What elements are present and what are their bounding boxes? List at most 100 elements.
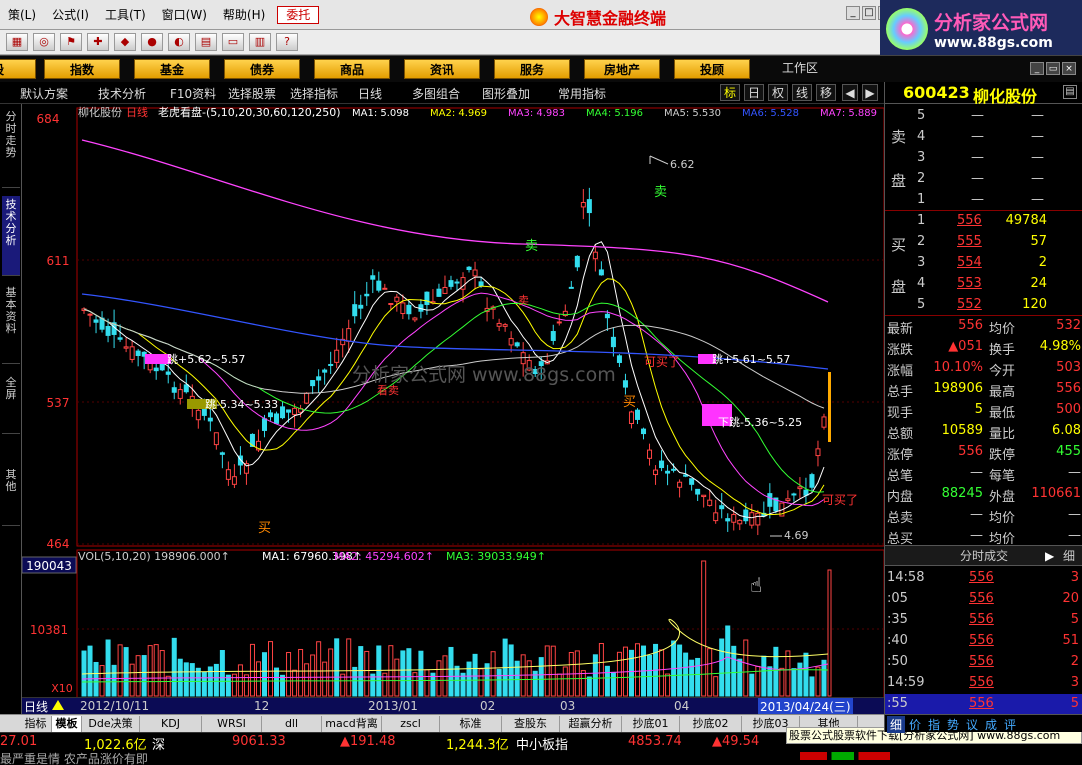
tech-analysis-menu[interactable]: 技术分析	[98, 85, 146, 102]
menu-strategy[interactable]: 策(L)	[0, 0, 44, 30]
quote-tab[interactable]: 议	[963, 716, 981, 733]
quote-tab[interactable]: 细	[887, 716, 905, 733]
kline-chart[interactable]: 684 611 537 464 柳化股份 日线 老虎看盘-(5,10,20,30…	[22, 104, 884, 716]
sell-level-row[interactable]: 3 — —	[885, 148, 1082, 169]
tab-bottom01[interactable]: 抄底01	[622, 716, 680, 732]
globe-icon[interactable]: ◐	[168, 33, 190, 51]
sell-level-row[interactable]: 1 — —	[885, 190, 1082, 211]
help-icon[interactable]: ?	[276, 33, 298, 51]
common-indicators-menu[interactable]: 常用指标	[558, 85, 606, 102]
candle-body	[689, 478, 695, 485]
minimize-icon[interactable]: _	[846, 6, 860, 20]
quote-tab[interactable]: 成	[982, 716, 1000, 733]
menu-formula[interactable]: 公式(I)	[44, 0, 97, 30]
move-button[interactable]: 移	[816, 84, 836, 101]
panel-minimize-icon[interactable]: _	[1030, 62, 1044, 75]
cat-bonds[interactable]: 债券	[224, 59, 300, 79]
buy-level-row[interactable]: 3 554 2	[885, 253, 1082, 274]
tab-macd[interactable]: macd背离	[322, 716, 382, 732]
tick-row[interactable]: :40 556 51	[885, 631, 1082, 652]
print-icon[interactable]: ▤	[195, 33, 217, 51]
news-ticker[interactable]: 最严重是情 农产品涨价有即	[0, 750, 148, 765]
panel-restore-icon[interactable]: ▭	[1046, 62, 1060, 75]
entrust-button[interactable]: 委托	[277, 5, 320, 24]
alarm-icon[interactable]: ⚑	[60, 33, 82, 51]
cat-commodities[interactable]: 商品	[314, 59, 390, 79]
quote-header: 600423 柳化股份 ▤	[885, 82, 1082, 106]
cat-realestate[interactable]: 房地产	[584, 59, 660, 79]
daily-menu[interactable]: 日线	[358, 85, 382, 102]
tick-row[interactable]: :35 556 5	[885, 610, 1082, 631]
tab-wrsi[interactable]: WRSI	[202, 716, 262, 732]
tab-standard[interactable]: 标准	[440, 716, 502, 732]
quote-tab[interactable]: 势	[944, 716, 962, 733]
menu-help[interactable]: 帮助(H)	[215, 0, 273, 30]
tab-dll[interactable]: dll	[262, 716, 322, 732]
stat-value: 88245	[941, 486, 983, 501]
select-indicator-menu[interactable]: 选择指标	[290, 85, 338, 102]
multi-chart-menu[interactable]: 多图组合	[412, 85, 460, 102]
tick-detail[interactable]: 细	[1063, 546, 1075, 566]
rights-button[interactable]: 权	[768, 84, 788, 101]
f10-menu[interactable]: F10资料	[170, 85, 216, 102]
cat-funds[interactable]: 基金	[134, 59, 210, 79]
vtab-other[interactable]: 其他	[2, 466, 20, 526]
vtab-intraday[interactable]: 分时走势	[2, 108, 20, 188]
tab-shareholders[interactable]: 查股东	[502, 716, 560, 732]
tick-row[interactable]: 14:58 556 3	[885, 568, 1082, 589]
tab-bottom02[interactable]: 抄底02	[680, 716, 742, 732]
stock-info-icon[interactable]: ✚	[87, 33, 109, 51]
tab-template[interactable]: 模板	[52, 716, 82, 732]
play-icon[interactable]: ▶	[1045, 546, 1054, 566]
quote-tab[interactable]: 价	[906, 716, 924, 733]
vtab-fundamentals[interactable]: 基本资料	[2, 284, 20, 364]
tick-row[interactable]: 14:59 556 3	[885, 673, 1082, 694]
maximize-icon[interactable]: □	[862, 6, 876, 20]
books-icon[interactable]: ▥	[249, 33, 271, 51]
cat-news[interactable]: 资讯	[404, 59, 480, 79]
cat-index[interactable]: 指数	[44, 59, 120, 79]
buy-level-row[interactable]: 2 555 57	[885, 232, 1082, 253]
tab-indicator[interactable]: 指标	[20, 716, 52, 732]
vtab-fullscreen[interactable]: 全屏	[2, 374, 20, 434]
cat-stocks[interactable]: 股	[0, 59, 36, 79]
tick-row[interactable]: :55 556 5	[885, 694, 1082, 715]
mark-button[interactable]: 标	[720, 84, 740, 101]
volume-bar	[514, 660, 520, 697]
sell-level-row[interactable]: 4 — —	[885, 127, 1082, 148]
vtab-technical[interactable]: 技术分析	[2, 196, 20, 276]
sell-level-row[interactable]: 2 — —	[885, 169, 1082, 190]
tab-dde[interactable]: Dde决策	[82, 716, 140, 732]
select-stock-menu[interactable]: 选择股票	[228, 85, 276, 102]
tab-super-analysis[interactable]: 超赢分析	[560, 716, 622, 732]
rating-icon[interactable]: ●	[141, 33, 163, 51]
quote-tab[interactable]: 指	[925, 716, 943, 733]
prev-icon[interactable]: ◀	[842, 84, 858, 101]
buy-level-row[interactable]: 1 556 49784	[885, 211, 1082, 232]
buy-level-row[interactable]: 4 553 24	[885, 274, 1082, 295]
cat-advisory[interactable]: 投顾	[674, 59, 750, 79]
tick-row[interactable]: :05 556 20	[885, 589, 1082, 610]
buy-level-row[interactable]: 5 552 120	[885, 295, 1082, 316]
window-icon[interactable]: ▭	[222, 33, 244, 51]
day-button[interactable]: 日	[744, 84, 764, 101]
warning-icon[interactable]: ◆	[114, 33, 136, 51]
overlay-menu[interactable]: 图形叠加	[482, 85, 530, 102]
layout-icon[interactable]: ▦	[6, 33, 28, 51]
next-icon[interactable]: ▶	[862, 84, 878, 101]
sell-level-row[interactable]: 5 — —	[885, 106, 1082, 127]
cat-services[interactable]: 服务	[494, 59, 570, 79]
menu-tools[interactable]: 工具(T)	[97, 0, 154, 30]
scheme-menu[interactable]: 默认方案	[20, 85, 68, 102]
line-button[interactable]: 线	[792, 84, 812, 101]
workarea-label[interactable]: 工作区	[782, 59, 818, 76]
binoculars-icon[interactable]: ◎	[33, 33, 55, 51]
tab-kdj[interactable]: KDJ	[140, 716, 202, 732]
kline-svg[interactable]: 684 611 537 464 柳化股份 日线 老虎看盘-(5,10,20,30…	[22, 104, 884, 716]
menu-window[interactable]: 窗口(W)	[154, 0, 215, 30]
quote-menu-icon[interactable]: ▤	[1063, 85, 1077, 99]
tick-row[interactable]: :50 556 2	[885, 652, 1082, 673]
tab-zscl[interactable]: zscl	[382, 716, 440, 732]
quote-tab[interactable]: 评	[1001, 716, 1019, 733]
panel-close-icon[interactable]: ×	[1062, 62, 1076, 75]
